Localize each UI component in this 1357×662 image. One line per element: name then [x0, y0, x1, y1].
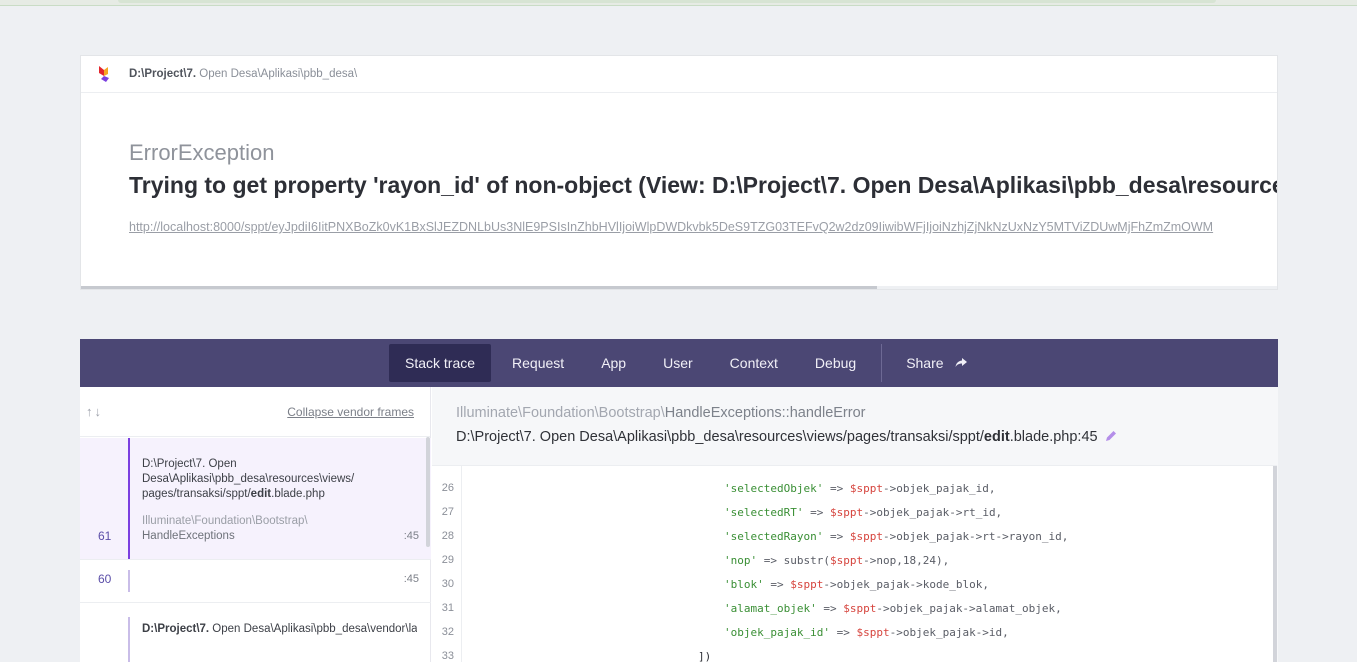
share-button[interactable]: Share: [890, 344, 983, 382]
exception-message: Trying to get property 'rayon_id' of non…: [129, 172, 1277, 198]
collapse-vendor-frames-link[interactable]: Collapse vendor frames: [287, 405, 414, 419]
sidebar-header: ↑↓ Collapse vendor frames: [80, 387, 430, 437]
frame-class-method: Illuminate\Foundation\Bootstrap\HandleEx…: [456, 405, 866, 421]
card-scroll-indicator[interactable]: [81, 286, 877, 289]
stack-frames-sidebar: ↑↓ Collapse vendor frames D:\Project\7. …: [80, 387, 431, 662]
code-line: 33]): [432, 650, 1277, 662]
card-header: D:\Project\7. Open Desa\Aplikasi\pbb_des…: [81, 56, 1277, 93]
line-number: 33: [441, 650, 454, 662]
nav-divider: [881, 344, 883, 382]
tab-user[interactable]: User: [647, 344, 709, 382]
line-number: 26: [441, 482, 454, 494]
tab-context[interactable]: Context: [714, 344, 794, 382]
line-number: 28: [441, 530, 454, 542]
share-icon: [955, 358, 967, 367]
frame-class: Illuminate\Foundation\Bootstrap\ HandleEx…: [142, 515, 308, 542]
line-number: 29: [441, 554, 454, 566]
code-text: 'alamat_objek' => $sppt->objek_pajak->al…: [724, 602, 1062, 615]
code-line: 28 'selectedRayon' => $sppt->objek_pajak-…: [432, 530, 1277, 554]
code-line: 27 'selectedRT' => $sppt->objek_pajak->rt…: [432, 506, 1277, 530]
frame-nav-arrows-icon[interactable]: ↑↓: [86, 404, 103, 419]
code-text: 'blok' => $sppt->objek_pajak->kode_blok,: [724, 578, 989, 591]
request-url-link[interactable]: http://localhost:8000/sppt/eyJpdiI6IitPN…: [129, 220, 1213, 234]
code-line: 31 'alamat_objek' => $sppt->objek_pajak->…: [432, 602, 1277, 626]
tab-stack-trace[interactable]: Stack trace: [389, 344, 492, 382]
sidebar-scrollbar[interactable]: [426, 437, 430, 547]
project-path: D:\Project\7. Open Desa\Aplikasi\pbb_des…: [129, 68, 358, 80]
code-text: 'selectedRT' => $sppt->objek_pajak->rt_i…: [724, 506, 1003, 519]
code-snippet: 26 'selectedObjek' => $sppt->objek_pajak_…: [432, 465, 1277, 662]
code-text: 'objek_pajak_id' => $sppt->objek_pajak->…: [724, 626, 1009, 639]
tab-debug[interactable]: Debug: [799, 344, 872, 382]
details-panel: Stack trace Request App User Context Deb…: [80, 339, 1278, 662]
code-text: ]): [698, 650, 712, 662]
browser-top-strip: [0, 0, 1357, 6]
ignition-logo-icon: [99, 66, 109, 82]
frame-path: D:\Project\7. Open Desa\Aplikasi\pbb_des…: [142, 458, 355, 500]
frame-number: 60: [98, 572, 112, 586]
frame-path: D:\Project\7. Open Desa\Aplikasi\pbb_des…: [142, 623, 417, 635]
share-label: Share: [906, 355, 944, 371]
code-text: 'selectedRayon' => $sppt->objek_pajak->r…: [724, 530, 1069, 543]
exception-class: ErrorException: [129, 140, 275, 165]
stack-frame-60[interactable]: 60 :45: [80, 560, 431, 603]
line-number: 27: [441, 506, 454, 518]
code-text: 'nop' => substr($sppt->nop,18,24),: [724, 554, 950, 567]
frame-detail: Illuminate\Foundation\Bootstrap\HandleEx…: [432, 387, 1278, 662]
browser-top-bar: [118, 0, 1216, 3]
frame-line: :45: [403, 530, 419, 542]
tab-nav: Stack trace Request App User Context Deb…: [80, 339, 1278, 387]
code-line: 29 'nop' => substr($sppt->nop,18,24),: [432, 554, 1277, 578]
code-line: 30 'blok' => $sppt->objek_pajak->kode_blo…: [432, 578, 1277, 602]
frame-line: :45: [403, 573, 419, 585]
code-line: 32 'objek_pajak_id' => $sppt->objek_pajak…: [432, 626, 1277, 650]
frame-number: 61: [98, 529, 112, 543]
stack-frame-61[interactable]: D:\Project\7. Open Desa\Aplikasi\pbb_des…: [80, 438, 431, 560]
frame-file-path: D:\Project\7. Open Desa\Aplikasi\pbb_des…: [456, 429, 1118, 445]
code-text: 'selectedObjek' => $sppt->objek_pajak_id…: [724, 482, 996, 495]
line-number: 30: [441, 578, 454, 590]
line-number: 32: [441, 626, 454, 638]
edit-pencil-icon[interactable]: [1104, 429, 1118, 443]
line-number: 31: [441, 602, 454, 614]
code-line: 26 'selectedObjek' => $sppt->objek_pajak_…: [432, 482, 1277, 506]
stack-frame-59[interactable]: D:\Project\7. Open Desa\Aplikasi\pbb_des…: [80, 603, 431, 662]
exception-card: D:\Project\7. Open Desa\Aplikasi\pbb_des…: [80, 55, 1278, 290]
tab-app[interactable]: App: [585, 344, 642, 382]
tab-request[interactable]: Request: [496, 344, 580, 382]
